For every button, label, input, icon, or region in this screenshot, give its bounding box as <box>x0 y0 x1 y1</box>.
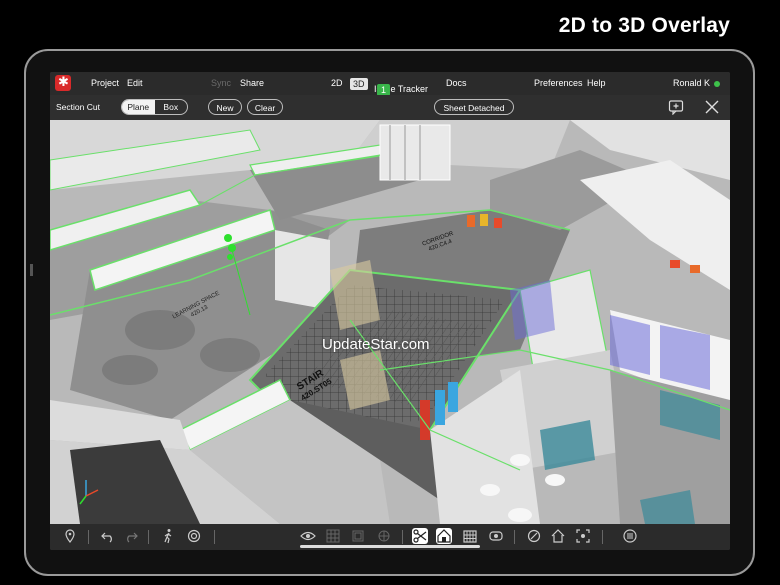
menu-preferences[interactable]: Preferences <box>534 78 583 88</box>
fit-icon[interactable] <box>575 528 591 544</box>
camera-dot <box>30 264 33 276</box>
home-icon[interactable] <box>550 528 566 544</box>
redo-icon[interactable] <box>123 528 139 544</box>
user-name[interactable]: Ronald K <box>673 78 710 88</box>
clear-button[interactable]: Clear <box>247 99 283 115</box>
toolbar-divider <box>88 530 89 544</box>
sheet-detached-button[interactable]: Sheet Detached <box>434 99 514 115</box>
building-icon[interactable] <box>462 528 478 544</box>
view-2d-button[interactable]: 2D <box>331 78 343 88</box>
app-screen: Project Edit Sync Share 2D 3D Issue Trac… <box>50 72 730 550</box>
section-cut-label: Section Cut <box>56 102 100 112</box>
menu-edit[interactable]: Edit <box>127 78 143 88</box>
watermark-text: UpdateStar.com <box>322 336 430 353</box>
bottom-toolbar <box>50 524 730 550</box>
location-pin-icon[interactable] <box>62 528 78 544</box>
add-comment-icon[interactable] <box>668 99 684 116</box>
section-mode-toggle: Plane Box <box>121 99 188 115</box>
toolbar-divider <box>214 530 215 544</box>
section-toolbar: Section Cut Plane Box New Clear Sheet De… <box>50 95 730 120</box>
network-icon[interactable] <box>376 528 392 544</box>
walk-icon[interactable] <box>160 528 176 544</box>
page-caption: 2D to 3D Overlay <box>558 14 730 37</box>
menu-docs[interactable]: Docs <box>446 78 467 88</box>
menu-bar: Project Edit Sync Share 2D 3D Issue Trac… <box>50 72 730 96</box>
3d-model-viewport[interactable]: LEARNING SPACE 420.13 CORRIDOR 420.C4.4 … <box>50 120 730 524</box>
toolbar-divider <box>402 530 403 544</box>
menu-help[interactable]: Help <box>587 78 606 88</box>
box-button[interactable]: Box <box>155 100 188 114</box>
toolbar-divider <box>602 530 603 544</box>
menu-project[interactable]: Project <box>91 78 119 88</box>
menu-share[interactable]: Share <box>240 78 264 88</box>
home-indicator <box>300 545 480 548</box>
view-3d-button[interactable]: 3D <box>350 78 368 90</box>
toolbar-divider <box>514 530 515 544</box>
online-status-icon <box>714 81 720 87</box>
layers-icon[interactable] <box>350 528 366 544</box>
list-icon[interactable] <box>622 528 638 544</box>
visibility-icon[interactable] <box>488 528 504 544</box>
plane-button[interactable]: Plane <box>122 100 155 114</box>
new-button[interactable]: New <box>208 99 242 115</box>
grid-icon[interactable] <box>325 528 341 544</box>
home-box-icon[interactable] <box>436 528 452 544</box>
building-model-render <box>50 120 730 524</box>
close-icon[interactable] <box>704 99 720 115</box>
undo-icon[interactable] <box>100 528 116 544</box>
section-cut-icon[interactable] <box>412 528 428 544</box>
app-logo-icon[interactable] <box>55 74 71 91</box>
toolbar-divider <box>148 530 149 544</box>
section-icon[interactable] <box>526 528 542 544</box>
menu-sync[interactable]: Sync <box>211 78 231 88</box>
settings-target-icon[interactable] <box>186 528 202 544</box>
eye-icon[interactable] <box>300 528 316 544</box>
